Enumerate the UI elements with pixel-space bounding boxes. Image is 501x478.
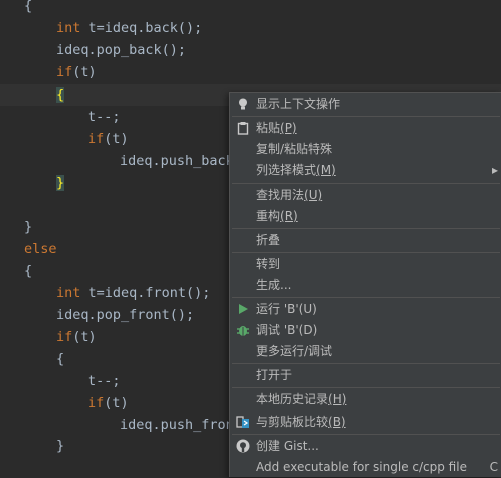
- menu-item-label: 生成...: [256, 278, 292, 292]
- menu-item-folding[interactable]: 折叠: [230, 230, 501, 251]
- code-line: {: [56, 351, 65, 367]
- code-line: }: [56, 172, 65, 194]
- menu-item-add-executable[interactable]: Add executable for single c/cpp file C: [230, 457, 501, 478]
- code-line: {: [24, 0, 33, 14]
- menu-item-open-in[interactable]: 打开于: [230, 365, 501, 386]
- menu-item-more-run-debug[interactable]: 更多运行/调试: [230, 341, 501, 362]
- menu-item-label: 运行 'B'(U): [256, 302, 317, 316]
- menu-item-label: Add executable for single c/cpp file: [256, 460, 467, 474]
- code-line: int t=ideq.front();: [56, 285, 211, 301]
- mnemonic: (H): [328, 392, 347, 406]
- code-line: int t=ideq.back();: [56, 20, 203, 36]
- code-line: {: [24, 263, 33, 279]
- menu-separator: [232, 228, 500, 229]
- shortcut-hint: C: [489, 460, 498, 474]
- code-line: }: [24, 219, 33, 235]
- debug-bug-icon: [236, 323, 250, 337]
- menu-separator: [232, 297, 500, 298]
- lightbulb-icon: [236, 97, 250, 111]
- code-line: if(t): [88, 395, 129, 411]
- menu-item-label: 打开于: [256, 368, 293, 382]
- mnemonic: (B): [328, 415, 346, 429]
- mnemonic: (U): [304, 188, 323, 202]
- matched-brace: }: [56, 175, 65, 191]
- menu-item-label: 列选择模式: [256, 163, 317, 177]
- matched-brace: {: [56, 87, 65, 103]
- menu-item-label: 更多运行/调试: [256, 344, 333, 358]
- menu-item-show-context-actions[interactable]: 显示上下文操作: [230, 94, 501, 115]
- menu-item-label: 本地历史记录: [256, 392, 329, 406]
- menu-separator: [232, 434, 500, 435]
- menu-item-debug[interactable]: 调试 'B'(D): [230, 320, 501, 341]
- code-line: t--;: [88, 109, 121, 125]
- code-line: else: [24, 241, 57, 257]
- menu-item-label: 折叠: [256, 233, 281, 247]
- code-line: ideq.pop_back();: [56, 42, 187, 58]
- compare-diff-icon: [236, 415, 250, 429]
- menu-item-goto[interactable]: 转到: [230, 254, 501, 275]
- menu-item-label: 调试 'B'(D): [256, 323, 318, 337]
- code-line: if(t): [88, 131, 129, 147]
- menu-item-label: 创建 Gist...: [256, 439, 319, 453]
- menu-item-label: 重构: [256, 209, 281, 223]
- menu-item-label: 与剪贴板比较: [256, 415, 329, 429]
- code-line: t--;: [88, 373, 121, 389]
- menu-item-run[interactable]: 运行 'B'(U): [230, 299, 501, 320]
- menu-item-generate[interactable]: 生成...: [230, 275, 501, 296]
- menu-item-compare-with-clipboard[interactable]: 与剪贴板比较(B): [230, 412, 501, 433]
- code-line: ideq.push_back: [120, 153, 234, 169]
- menu-separator: [232, 363, 500, 364]
- menu-item-column-selection-mode[interactable]: 列选择模式(M) ▸: [230, 160, 501, 181]
- code-line: if(t): [56, 64, 97, 80]
- code-line: {: [56, 84, 65, 106]
- run-play-icon: [236, 302, 250, 316]
- code-line: ideq.push_fron: [120, 417, 234, 433]
- submenu-arrow-icon: ▸: [491, 163, 498, 177]
- code-line: ideq.pop_front();: [56, 307, 195, 323]
- menu-item-create-gist[interactable]: 创建 Gist...: [230, 436, 501, 457]
- menu-separator: [232, 387, 500, 388]
- menu-separator: [232, 252, 500, 253]
- menu-item-refactor[interactable]: 重构(R): [230, 206, 501, 227]
- editor-context-menu: 显示上下文操作 粘贴(P) 复制/粘贴特殊 列选择模式(M) ▸ 查找用法(U)…: [229, 92, 501, 477]
- code-line: }: [56, 438, 65, 454]
- menu-item-label: 显示上下文操作: [256, 97, 341, 111]
- mnemonic: (M): [316, 163, 336, 177]
- code-line: if(t): [56, 329, 97, 345]
- menu-item-local-history[interactable]: 本地历史记录(H): [230, 389, 501, 410]
- menu-item-find-usages[interactable]: 查找用法(U): [230, 185, 501, 206]
- menu-separator: [232, 116, 500, 117]
- menu-item-label: 粘贴: [256, 121, 281, 135]
- menu-item-label: 查找用法: [256, 188, 305, 202]
- menu-item-label: 转到: [256, 257, 281, 271]
- menu-separator: [232, 183, 500, 184]
- menu-item-label: 复制/粘贴特殊: [256, 142, 333, 156]
- mnemonic: (R): [280, 209, 298, 223]
- clipboard-icon: [236, 121, 250, 135]
- mnemonic: (P): [280, 121, 297, 135]
- menu-item-copy-paste-special[interactable]: 复制/粘贴特殊: [230, 139, 501, 160]
- github-icon: [236, 439, 250, 453]
- menu-item-paste[interactable]: 粘贴(P): [230, 118, 501, 139]
